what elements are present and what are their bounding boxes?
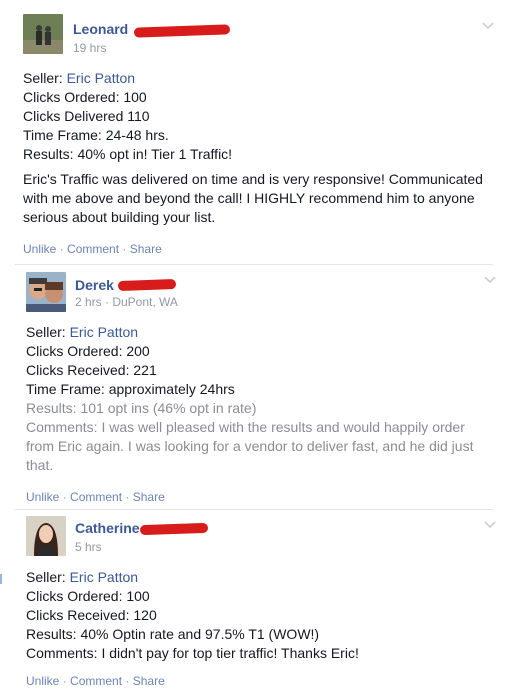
comment-link[interactable]: Comment <box>70 674 122 688</box>
line-label: Clicks Ordered: <box>23 89 124 105</box>
post-divider <box>15 264 493 265</box>
post-time[interactable]: 2 hrs · DuPont, WA <box>75 295 178 309</box>
line-value: 101 opt ins (46% opt in rate) <box>80 400 257 416</box>
line-value: 100 <box>126 588 150 604</box>
separator: · <box>122 242 127 256</box>
clicks-received-line: Clicks Received: 221 <box>26 361 157 380</box>
clicks-ordered-line: Clicks Ordered: 100 <box>23 88 147 107</box>
post-actions: Unlike · Comment · Share <box>26 674 165 688</box>
separator: · <box>62 674 67 688</box>
share-link[interactable]: Share <box>133 674 165 688</box>
line-label: Clicks Ordered: <box>26 343 127 359</box>
seller-line: Seller: Eric Patton <box>26 323 138 342</box>
author-name[interactable]: Catherine <box>75 520 140 536</box>
avatar[interactable] <box>26 516 66 556</box>
line-label: Results: <box>26 626 81 642</box>
redaction-mark <box>117 278 177 292</box>
seller-link[interactable]: Eric Patton <box>70 569 138 585</box>
post-actions: Unlike · Comment · Share <box>26 490 165 504</box>
line-value: 110 <box>127 108 150 124</box>
author-name[interactable]: Derek <box>75 277 114 293</box>
results-line: Results: 101 opt ins (46% opt in rate) <box>26 399 256 418</box>
results-line: Results: 40% opt in! Tier 1 Traffic! <box>23 145 232 164</box>
line-label: Clicks Received: <box>26 607 134 623</box>
author-name[interactable]: Leonard <box>73 21 128 37</box>
seller-line: Seller: Eric Patton <box>26 568 138 587</box>
separator: · <box>59 242 64 256</box>
scroll-marker <box>0 574 2 584</box>
seller-line: Seller: Eric Patton <box>23 69 135 88</box>
comment-link[interactable]: Comment <box>70 490 122 504</box>
clicks-received-line: Clicks Received: 120 <box>26 606 157 625</box>
separator: · <box>62 490 67 504</box>
seller-label: Seller: <box>23 70 67 86</box>
seller-link[interactable]: Eric Patton <box>67 70 135 86</box>
line-value: 120 <box>133 607 157 623</box>
unlike-link[interactable]: Unlike <box>26 490 59 504</box>
clicks-ordered-line: Clicks Ordered: 100 <box>26 587 150 606</box>
line-value: 200 <box>126 343 150 359</box>
line-label: Results: <box>26 400 81 416</box>
chevron-down-icon[interactable] <box>484 519 496 531</box>
unlike-link[interactable]: Unlike <box>26 674 59 688</box>
line-label: Clicks Ordered: <box>26 588 127 604</box>
seller-link[interactable]: Eric Patton <box>70 324 138 340</box>
comment-link[interactable]: Comment <box>67 242 119 256</box>
line-label: Results: <box>23 146 78 162</box>
clicks-delivered-line: Clicks Delivered 110 <box>23 107 150 126</box>
separator: · <box>125 490 130 504</box>
line-label: Comments: <box>26 645 102 661</box>
chevron-down-icon[interactable] <box>484 274 496 286</box>
line-value: 100 <box>123 89 147 105</box>
line-label: Time Frame: <box>26 381 109 397</box>
line-value: 40% opt in! Tier 1 Traffic! <box>77 146 233 162</box>
post-actions: Unlike · Comment · Share <box>23 242 162 256</box>
line-value: I didn't pay for top tier traffic! Thank… <box>101 645 359 661</box>
redaction-mark <box>139 522 209 536</box>
line-label: Time Frame: <box>23 127 106 143</box>
avatar[interactable] <box>26 272 66 312</box>
redaction-mark <box>133 24 231 38</box>
post-time[interactable]: 19 hrs <box>73 41 106 55</box>
share-link[interactable]: Share <box>130 242 162 256</box>
post-divider <box>15 509 493 510</box>
time-frame-line: Time Frame: 24-48 hrs. <box>23 126 169 145</box>
seller-label: Seller: <box>26 569 70 585</box>
line-label: Clicks Received: <box>26 362 134 378</box>
time-frame-line: Time Frame: approximately 24hrs <box>26 380 235 399</box>
avatar[interactable] <box>23 14 63 54</box>
share-link[interactable]: Share <box>133 490 165 504</box>
post-body: Eric's Traffic was delivered on time and… <box>23 171 483 225</box>
post-time[interactable]: 5 hrs <box>75 540 102 554</box>
seller-label: Seller: <box>26 324 70 340</box>
separator: · <box>125 674 130 688</box>
line-value: 40% Optin rate and 97.5% T1 (WOW!) <box>80 626 320 642</box>
comments-line: Comments: I didn't pay for top tier traf… <box>26 644 359 663</box>
line-value: 221 <box>133 362 157 378</box>
unlike-link[interactable]: Unlike <box>23 242 56 256</box>
post-body: Comments: I was well pleased with the re… <box>26 419 474 473</box>
chevron-down-icon[interactable] <box>482 20 494 32</box>
line-value: 24-48 hrs. <box>105 127 169 143</box>
line-label: Clicks Delivered <box>23 108 128 124</box>
results-line: Results: 40% Optin rate and 97.5% T1 (WO… <box>26 625 319 644</box>
clicks-ordered-line: Clicks Ordered: 200 <box>26 342 150 361</box>
line-value: approximately 24hrs <box>108 381 235 397</box>
